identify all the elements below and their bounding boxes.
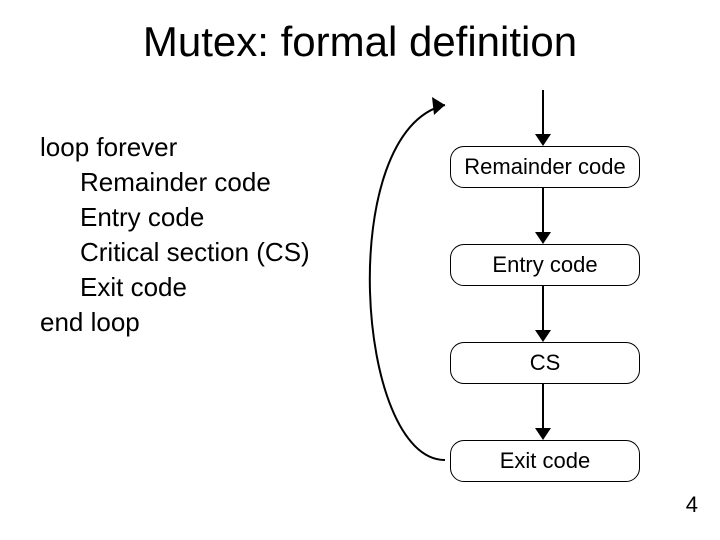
loop-back-arrow-icon: [350, 80, 470, 510]
slide: Mutex: formal definition loop forever Re…: [0, 0, 720, 540]
arrow-line: [542, 90, 544, 134]
flow-node-entry: Entry code: [450, 244, 640, 286]
flow-node-remainder: Remainder code: [450, 146, 640, 188]
slide-title: Mutex: formal definition: [0, 18, 720, 66]
arrow-line: [542, 188, 544, 232]
flow-node-cs: CS: [450, 342, 640, 384]
arrow-down-icon: [535, 134, 551, 146]
page-number: 4: [686, 492, 698, 518]
code-line: Critical section (CS): [80, 235, 310, 270]
arrow-down-icon: [535, 232, 551, 244]
code-line: loop forever: [40, 130, 310, 165]
code-line: Exit code: [80, 270, 310, 305]
code-line: Remainder code: [80, 165, 310, 200]
code-line: Entry code: [80, 200, 310, 235]
arrow-line: [542, 384, 544, 428]
flow-node-exit: Exit code: [450, 440, 640, 482]
arrow-line: [542, 286, 544, 330]
arrow-down-icon: [535, 428, 551, 440]
pseudocode-block: loop forever Remainder code Entry code C…: [40, 130, 310, 341]
arrow-down-icon: [535, 330, 551, 342]
flowchart: Remainder code Entry code CS Exit code: [380, 90, 700, 520]
code-line: end loop: [40, 305, 310, 340]
